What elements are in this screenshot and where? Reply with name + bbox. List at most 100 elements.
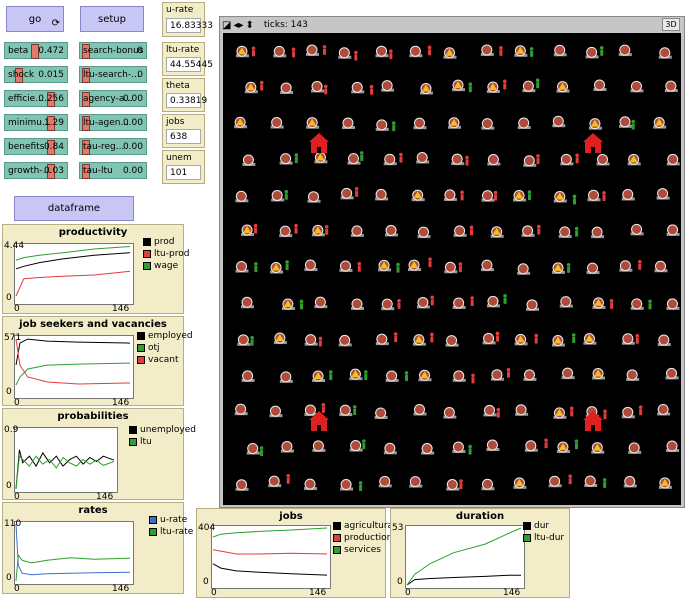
slider-3[interactable]: minimu... 1.29 — [4, 114, 68, 131]
plot-area — [14, 243, 134, 305]
plot-job-seekers-and-vacancies[interactable]: job seekers and vacancies 571 0 0 146 employe… — [2, 316, 193, 408]
person-agent — [299, 299, 304, 310]
plot-productivity[interactable]: productivity 4.44 0 0 146 prod ltu-prod wage — [2, 224, 189, 314]
setup-button[interactable]: setup — [80, 6, 144, 32]
legend-label: prod — [154, 237, 175, 247]
person-agent — [291, 47, 296, 58]
legend-item: otj — [137, 343, 160, 353]
legend-item: employed — [137, 331, 193, 341]
plot-rates[interactable]: rates 110 0 0 146 u-rate ltu-rate — [2, 502, 193, 594]
firm-agent — [591, 442, 605, 454]
firm-agent — [523, 155, 537, 167]
monitor-theta: theta 0.33819 — [162, 78, 207, 112]
person-agent — [354, 187, 359, 197]
firm-agent — [241, 296, 255, 309]
firm-agent — [339, 404, 353, 417]
slider-2[interactable]: efficie... 0.256 — [4, 90, 68, 107]
person-agent — [458, 262, 463, 273]
person-agent — [470, 296, 474, 307]
y-max-tick: 110 — [4, 519, 22, 529]
firm-agent — [443, 47, 457, 59]
firm-agent — [487, 154, 501, 166]
person-agent — [428, 257, 432, 268]
layout-icon[interactable]: ◪ — [222, 20, 231, 31]
plot-probabilities[interactable]: probabilities 0.9 0 0 146 unemployed ltu — [2, 408, 196, 502]
plot-area — [14, 427, 118, 493]
legend-item: ltu-prod — [143, 249, 189, 259]
legend-swatch — [333, 534, 341, 542]
firm-agent — [481, 118, 495, 130]
firm-agent — [548, 475, 562, 488]
firm-agent — [551, 334, 565, 347]
slider-10[interactable]: tau-reg... 0.00 — [79, 138, 147, 155]
person-agent — [294, 223, 298, 234]
slider-0[interactable]: beta 0.472 — [4, 42, 68, 59]
person-agent — [544, 438, 548, 449]
slider-7[interactable]: ltu-search-... 0 — [79, 66, 147, 83]
legend-label: dur — [534, 521, 550, 531]
plot-jobs[interactable]: jobs 404 0 0 146 agricultural production servic… — [196, 508, 396, 598]
firm-agent — [666, 440, 680, 453]
firm-agent — [421, 443, 435, 455]
slider-label: search-bonus — [83, 46, 144, 56]
firm-agent — [347, 153, 361, 165]
slider-value: 0.00 — [122, 166, 143, 176]
legend-swatch — [129, 438, 137, 446]
forever-icon: ⟳ — [51, 18, 60, 29]
monitor-jobs: jobs 638 — [162, 114, 205, 148]
firm-agent — [279, 153, 293, 165]
dataframe-button[interactable]: dataframe — [14, 196, 134, 221]
person-agent — [328, 370, 333, 381]
slider-label: tau-reg... — [83, 142, 125, 152]
firm-agent — [526, 299, 540, 311]
firm-agent — [522, 80, 536, 93]
slider-5[interactable]: growth-... 0.03 — [4, 162, 68, 179]
firm-agent — [409, 476, 423, 488]
arrows-horizontal-icon[interactable]: ◂▸ — [233, 20, 243, 31]
world-view[interactable]: ◪ ◂▸ ⬍ ticks: 143 3D — [219, 16, 690, 508]
slider-label: tau-ltu — [83, 166, 113, 176]
slider-1[interactable]: shock 0.015 — [4, 66, 68, 83]
legend-swatch — [523, 534, 531, 542]
slider-8[interactable]: agency-a... 0.00 — [79, 90, 147, 107]
person-agent — [324, 224, 329, 235]
person-agent — [535, 78, 540, 89]
arrows-vertical-icon[interactable]: ⬍ — [246, 20, 254, 31]
firm-agent — [551, 262, 565, 274]
firm-agent — [665, 367, 679, 380]
slider-6[interactable]: search-bonus 0 — [79, 42, 147, 59]
legend-item: vacant — [137, 355, 179, 365]
person-agent — [575, 153, 579, 164]
firm-agent — [418, 369, 432, 382]
legend-swatch — [149, 528, 157, 536]
firm-agent — [351, 298, 365, 310]
person-agent — [323, 84, 328, 95]
person-agent — [285, 260, 289, 271]
slider-9[interactable]: ltu-agen... 0.00 — [79, 114, 147, 131]
firm-agent — [311, 224, 325, 237]
slider-11[interactable]: tau-ltu 0.00 — [79, 162, 147, 179]
firm-agent — [235, 190, 249, 203]
go-button[interactable]: go ⟳ — [6, 6, 64, 32]
firm-agent — [480, 259, 494, 272]
firm-agent — [480, 44, 494, 56]
firm-agent — [381, 298, 395, 311]
firm-agent — [452, 370, 466, 382]
firm-agent — [556, 441, 570, 454]
person-agent — [602, 191, 606, 201]
firm-agent — [481, 190, 495, 202]
plot-svg — [15, 246, 131, 297]
legend-label: agricultural — [344, 521, 396, 531]
plot-duration[interactable]: duration 53 0 0 146 dur ltu-dur — [390, 508, 570, 598]
person-agent — [253, 223, 258, 234]
firm-agent — [378, 475, 392, 488]
slider-value: 0.00 — [122, 118, 143, 128]
slider-4[interactable]: benefits 0.84 — [4, 138, 68, 155]
plot-title: probabilities — [57, 411, 129, 422]
dataframe-label: dataframe — [47, 203, 101, 214]
firm-agent — [486, 439, 500, 452]
3d-button[interactable]: 3D — [662, 18, 680, 31]
world-canvas[interactable] — [223, 33, 690, 505]
legend-label: ltu-dur — [534, 533, 565, 543]
legend-item: unemployed — [129, 425, 196, 435]
